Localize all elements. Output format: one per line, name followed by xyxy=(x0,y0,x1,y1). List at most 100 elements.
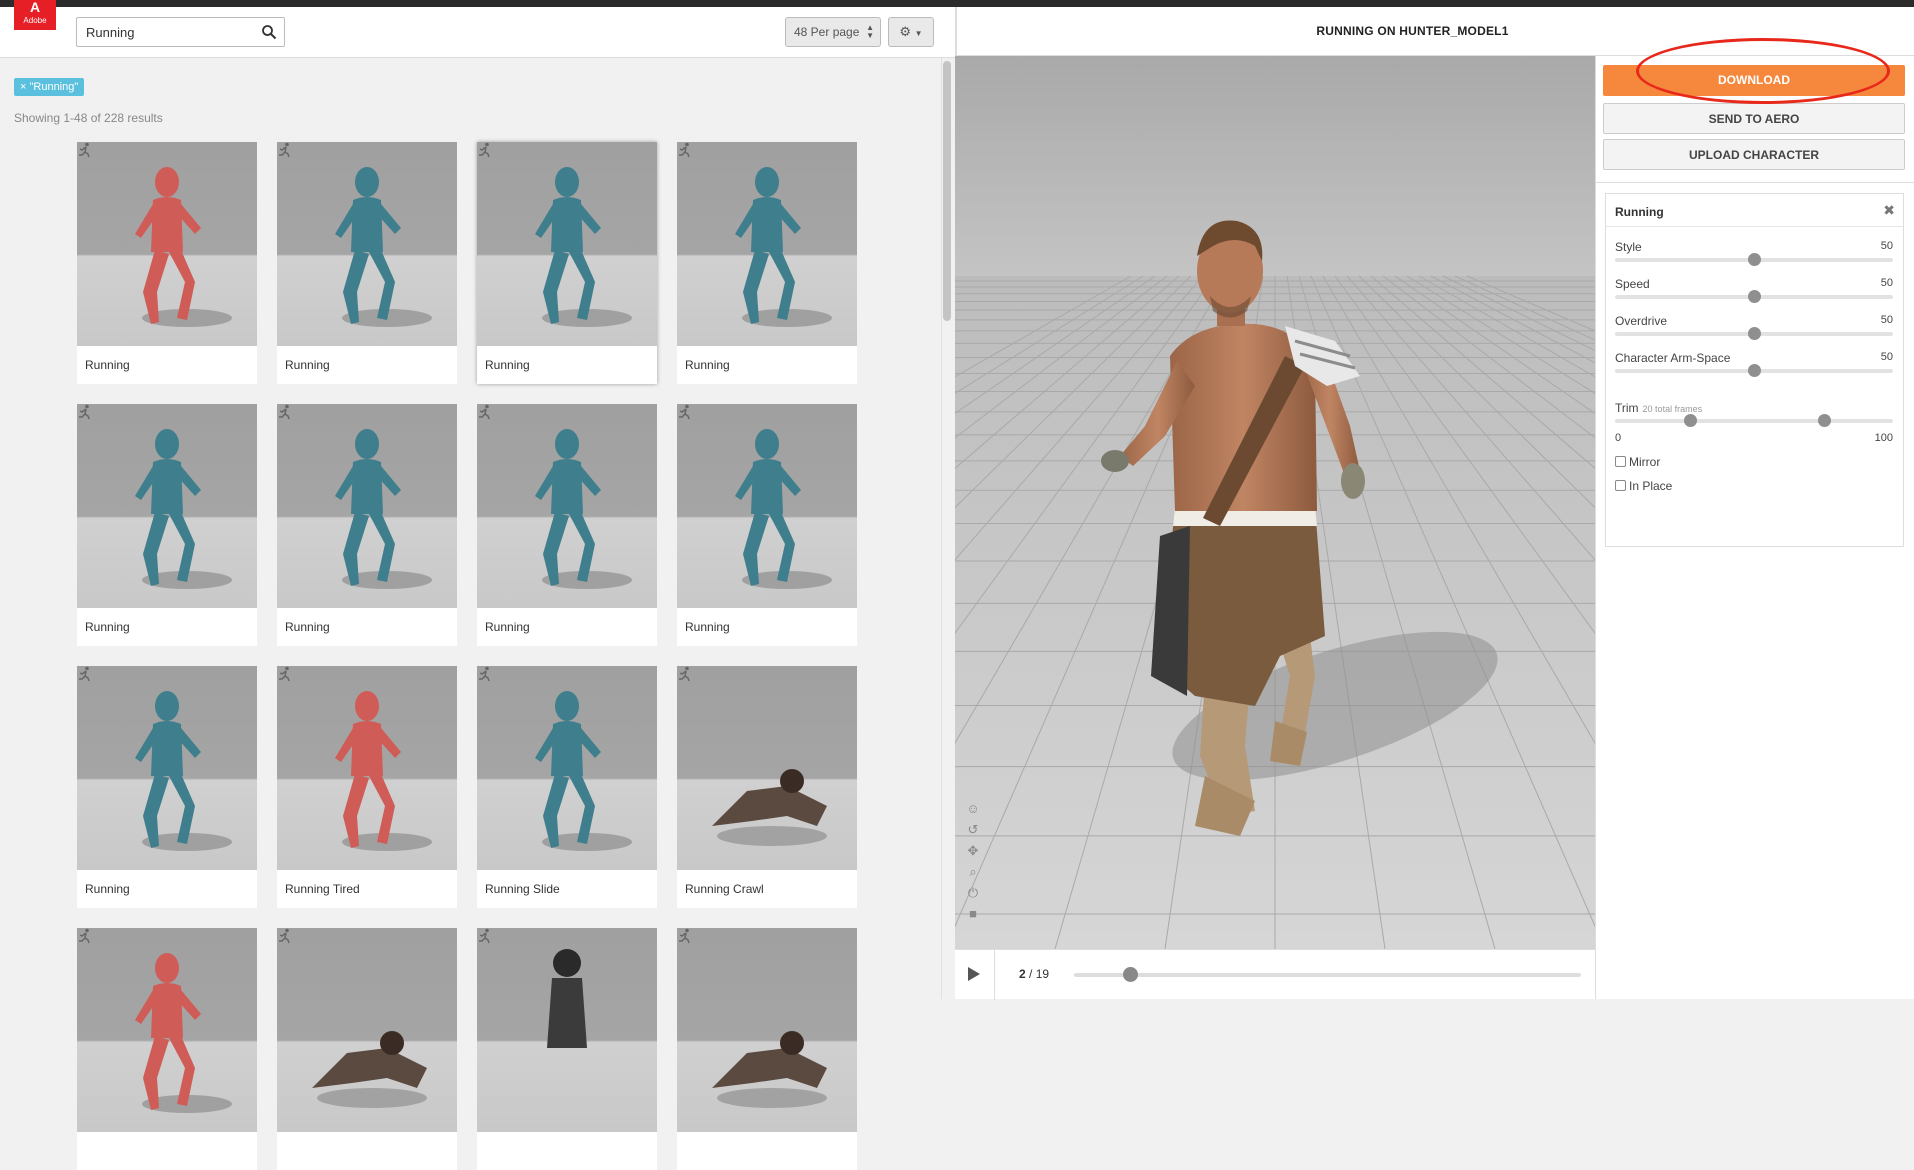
animation-card[interactable]: Running xyxy=(77,666,257,908)
zombie-figure xyxy=(712,769,827,846)
param-value: 50 xyxy=(1880,351,1893,363)
pan-icon[interactable]: ✥ xyxy=(965,843,981,864)
animation-card[interactable]: Running xyxy=(277,404,457,646)
teal-mannequin-figure xyxy=(735,429,832,589)
animation-label: Running xyxy=(685,358,730,372)
mirror-box[interactable] xyxy=(1615,456,1626,467)
running-man-icon xyxy=(479,928,490,944)
animation-thumbnail[interactable] xyxy=(477,928,657,1132)
viewport-tools: ☺ ↺ ✥ ⌕ ⏻ ■ xyxy=(965,801,981,927)
animation-card[interactable]: Running Tired xyxy=(277,666,457,908)
param-slider-handle[interactable] xyxy=(1748,327,1761,340)
timeline-playhead[interactable] xyxy=(1122,967,1138,982)
trim-min: 0 xyxy=(1615,432,1622,444)
animation-card[interactable]: Running xyxy=(277,142,457,384)
animation-card[interactable]: Running Crawl xyxy=(677,666,857,908)
reset-icon[interactable]: ⏻ xyxy=(965,885,981,906)
send-to-aero-button[interactable]: SEND TO AERO xyxy=(1603,103,1905,134)
adobe-logo[interactable]: A Adobe xyxy=(14,0,56,30)
per-page-select[interactable]: 48 Per page ▲ ▼ xyxy=(785,17,881,47)
settings-dropdown-button[interactable]: ⚙ ▼ xyxy=(888,17,934,47)
in-place-checkbox[interactable]: In Place xyxy=(1615,479,1672,493)
animation-thumbnail[interactable] xyxy=(77,666,257,870)
animation-card[interactable]: Running Slide xyxy=(477,666,657,908)
animation-card[interactable]: Running xyxy=(677,142,857,384)
animation-thumbnail[interactable] xyxy=(277,928,457,1132)
animation-label: Running Crawl xyxy=(685,882,764,896)
param-value: 50 xyxy=(1880,314,1893,326)
running-man-icon xyxy=(679,928,690,944)
filter-tag[interactable]: × "Running" xyxy=(14,78,85,96)
animation-thumbnail[interactable] xyxy=(677,666,857,870)
close-icon[interactable]: ✖ xyxy=(1883,202,1895,219)
animation-thumbnail[interactable] xyxy=(677,142,857,346)
animation-card[interactable]: Running xyxy=(77,404,257,646)
animation-thumbnail[interactable] xyxy=(477,142,657,346)
param-value: 50 xyxy=(1880,277,1893,289)
trim-start-handle[interactable] xyxy=(1684,414,1698,427)
controls-panel: DOWNLOAD SEND TO AERO UPLOAD CHARACTER R… xyxy=(1595,56,1914,999)
animation-thumbnail[interactable] xyxy=(77,928,257,1132)
in-place-box[interactable] xyxy=(1615,480,1626,491)
zombie-figure xyxy=(312,1031,427,1108)
animation-card[interactable]: Running xyxy=(77,142,257,384)
animation-thumbnail[interactable] xyxy=(677,404,857,608)
mirror-checkbox[interactable]: Mirror xyxy=(1615,455,1660,469)
animation-card[interactable]: Running xyxy=(477,142,657,384)
animation-thumbnail[interactable] xyxy=(477,404,657,608)
animation-label: Running xyxy=(285,620,330,634)
param-slider-handle[interactable] xyxy=(1748,290,1761,303)
animation-thumbnail[interactable] xyxy=(677,928,857,1132)
face-icon[interactable]: ☺ xyxy=(965,801,981,822)
param-label: Overdrive xyxy=(1615,314,1668,328)
teal-mannequin-figure xyxy=(535,691,632,851)
animation-label: Running xyxy=(485,620,530,634)
animation-thumbnail[interactable] xyxy=(77,142,257,346)
trim-end-handle[interactable] xyxy=(1817,414,1831,427)
animation-thumbnail[interactable] xyxy=(277,142,457,346)
animation-thumbnail[interactable] xyxy=(277,404,457,608)
animation-card[interactable]: Running xyxy=(477,404,657,646)
animation-thumbnail[interactable] xyxy=(477,666,657,870)
animation-card[interactable] xyxy=(277,928,457,1170)
animation-card[interactable] xyxy=(477,928,657,1170)
running-man-icon xyxy=(279,404,290,420)
scrollbar-thumb[interactable] xyxy=(943,61,951,321)
viewer-title: RUNNING ON HUNTER_MODEL1 xyxy=(1316,24,1509,38)
search-icon[interactable] xyxy=(261,24,277,40)
timeline-track[interactable] xyxy=(1074,973,1581,977)
red-mannequin-figure xyxy=(335,691,432,851)
param-slider-handle[interactable] xyxy=(1748,253,1761,266)
in-place-label: In Place xyxy=(1629,479,1673,493)
running-man-icon xyxy=(479,666,490,682)
controls-separator xyxy=(1596,182,1914,183)
camera-icon[interactable]: ■ xyxy=(965,906,981,927)
frame-current: 2 xyxy=(1019,967,1026,981)
search-box[interactable] xyxy=(76,17,285,47)
panel-title: Running xyxy=(1615,205,1664,219)
param-slider-handle[interactable] xyxy=(1748,364,1761,377)
animation-label: Running xyxy=(85,620,130,634)
search-toolbar: 48 Per page ▲▼ ⚙ ▼ xyxy=(0,7,955,58)
zoom-icon[interactable]: ⌕ xyxy=(965,864,981,885)
3d-viewport[interactable]: ☺ ↺ ✥ ⌕ ⏻ ■ xyxy=(955,56,1595,949)
scene-render xyxy=(955,56,1595,949)
per-page-value: 48 Per page xyxy=(794,25,860,39)
animation-card[interactable] xyxy=(677,928,857,1170)
trim-slider-track[interactable] xyxy=(1615,419,1893,423)
rotate-icon[interactable]: ↺ xyxy=(965,822,981,843)
animation-thumbnail[interactable] xyxy=(277,666,457,870)
animation-thumbnail[interactable] xyxy=(77,404,257,608)
search-input[interactable] xyxy=(77,18,247,46)
teal-mannequin-figure xyxy=(735,167,832,327)
animation-card[interactable]: Running xyxy=(677,404,857,646)
play-icon[interactable] xyxy=(967,966,981,982)
animation-card[interactable] xyxy=(77,928,257,1170)
animation-label: Running xyxy=(285,358,330,372)
annotation-circle xyxy=(1636,38,1890,104)
running-man-icon xyxy=(679,666,690,682)
running-man-icon xyxy=(479,404,490,420)
running-man-icon xyxy=(279,142,290,158)
upload-character-button[interactable]: UPLOAD CHARACTER xyxy=(1603,139,1905,170)
trim-title: Trim xyxy=(1615,401,1639,415)
